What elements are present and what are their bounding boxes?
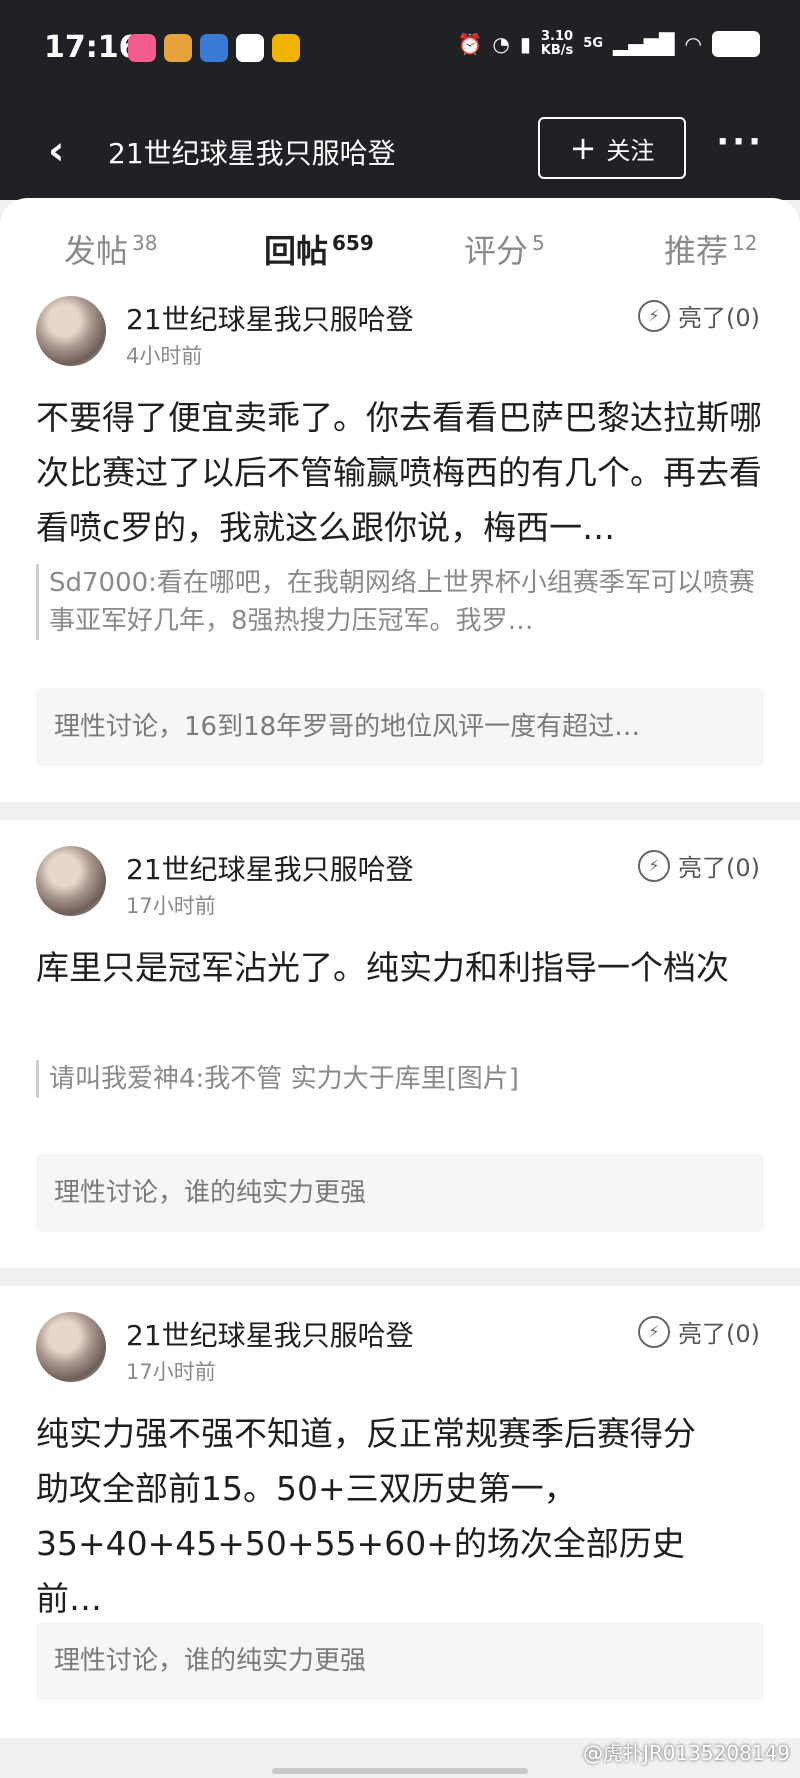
wifi-icon: ◠ [684,32,702,56]
content-sheet: 发帖 38 回帖 659 评分 5 推荐 12 21世纪球星我只服哈登 4小时前 ⚡ 亮… [0,198,800,1778]
follow-button[interactable]: + 关注 [538,117,686,179]
alarm-icon: ⏰ [457,32,483,56]
light-count: 亮了(0) [678,854,760,882]
post-time: 4小时前 [126,344,203,368]
app-notification-icon [200,34,228,62]
reply-content[interactable]: 库里只是冠军沾光了。纯实力和利指导一个档次 [36,940,766,995]
speedometer-icon: ◔ [492,32,510,56]
china-mobile-icon [236,34,264,62]
lightbulb-icon: ⚡ [638,1315,670,1348]
chevron-left-icon[interactable]: ‹ [48,128,64,174]
divider [0,802,800,820]
app-notification-icon [272,34,300,62]
avatar[interactable] [36,296,106,366]
username[interactable]: 21世纪球星我只服哈登 [126,298,414,338]
light-count: 亮了(0) [678,304,760,332]
username[interactable]: 21世纪球星我只服哈登 [126,1314,414,1354]
watermark: @虎扑JR0135208149 [582,1741,790,1765]
tab-recommend[interactable]: 推荐 12 [664,226,757,272]
light-button[interactable]: ⚡ 亮了(0) [638,848,760,883]
lightbulb-icon: ⚡ [638,849,670,882]
top-navigation-bar: ‹ 21世纪球星我只服哈登 + 关注 ··· [0,100,800,200]
reply-item[interactable]: 21世纪球星我只服哈登 17小时前 ⚡ 亮了(0) 纯实力强不强不知道，反正常规… [0,1286,800,1738]
network-speed: 3.10 KB/s [540,29,574,58]
app-notification-icon [128,34,156,62]
tab-replies[interactable]: 回帖 659 [264,226,374,272]
light-button[interactable]: ⚡ 亮了(0) [638,298,760,333]
username[interactable]: 21世纪球星我只服哈登 [126,848,414,888]
tab-ratings[interactable]: 评分 5 [464,226,545,272]
more-icon[interactable]: ··· [716,122,764,162]
follow-label: 关注 [606,136,655,165]
battery-icon [712,31,760,57]
thread-link[interactable]: 理性讨论，16到18年罗哥的地位风评一度有超过… [36,688,764,766]
vibrate-icon: ▮ [519,32,531,56]
notification-icons [128,34,300,62]
light-button[interactable]: ⚡ 亮了(0) [638,1314,760,1349]
status-bar: 17:16 ⏰ ◔ ▮ 3.10 KB/s 5G ▂▄▆█ ◠ [0,0,800,100]
divider [0,1268,800,1286]
light-count: 亮了(0) [678,1320,760,1348]
page-title: 21世纪球星我只服哈登 [108,137,396,170]
plus-icon: + [569,129,597,167]
signal-icon: ▂▄▆█ [613,32,675,56]
quoted-reply[interactable]: 请叫我爱神4:我不管 实力大于库里[图片] [36,1060,773,1098]
thread-link[interactable]: 理性讨论，谁的纯实力更强 [36,1154,764,1232]
lightbulb-icon: ⚡ [638,299,670,332]
status-time: 17:16 [44,30,140,65]
reply-content[interactable]: 纯实力强不强不知道，反正常规赛季后赛得分助攻全部前15。50+三双历史第一，35… [36,1406,696,1626]
thread-link[interactable]: 理性讨论，谁的纯实力更强 [36,1622,764,1700]
reply-content[interactable]: 不要得了便宜卖乖了。你去看看巴萨巴黎达拉斯哪次比赛过了以后不管输赢喷梅西的有几个… [36,390,766,555]
avatar[interactable] [36,1312,106,1382]
post-time: 17小时前 [126,1360,216,1384]
network-type: 5G [583,36,604,51]
reply-item[interactable]: 21世纪球星我只服哈登 17小时前 ⚡ 亮了(0) 库里只是冠军沾光了。纯实力和… [0,820,800,1268]
weibo-icon [164,34,192,62]
post-time: 17小时前 [126,894,216,918]
system-indicators: ⏰ ◔ ▮ 3.10 KB/s 5G ▂▄▆█ ◠ [457,30,760,58]
tab-posts[interactable]: 发帖 38 [64,226,157,272]
avatar[interactable] [36,846,106,916]
reply-item[interactable]: 21世纪球星我只服哈登 4小时前 ⚡ 亮了(0) 不要得了便宜卖乖了。你去看看巴… [0,270,800,802]
home-indicator[interactable] [272,1768,528,1774]
quoted-reply[interactable]: Sd7000:看在哪吧，在我朝网络上世界杯小组赛季军可以喷赛事亚军好几年，8强热… [36,564,773,640]
